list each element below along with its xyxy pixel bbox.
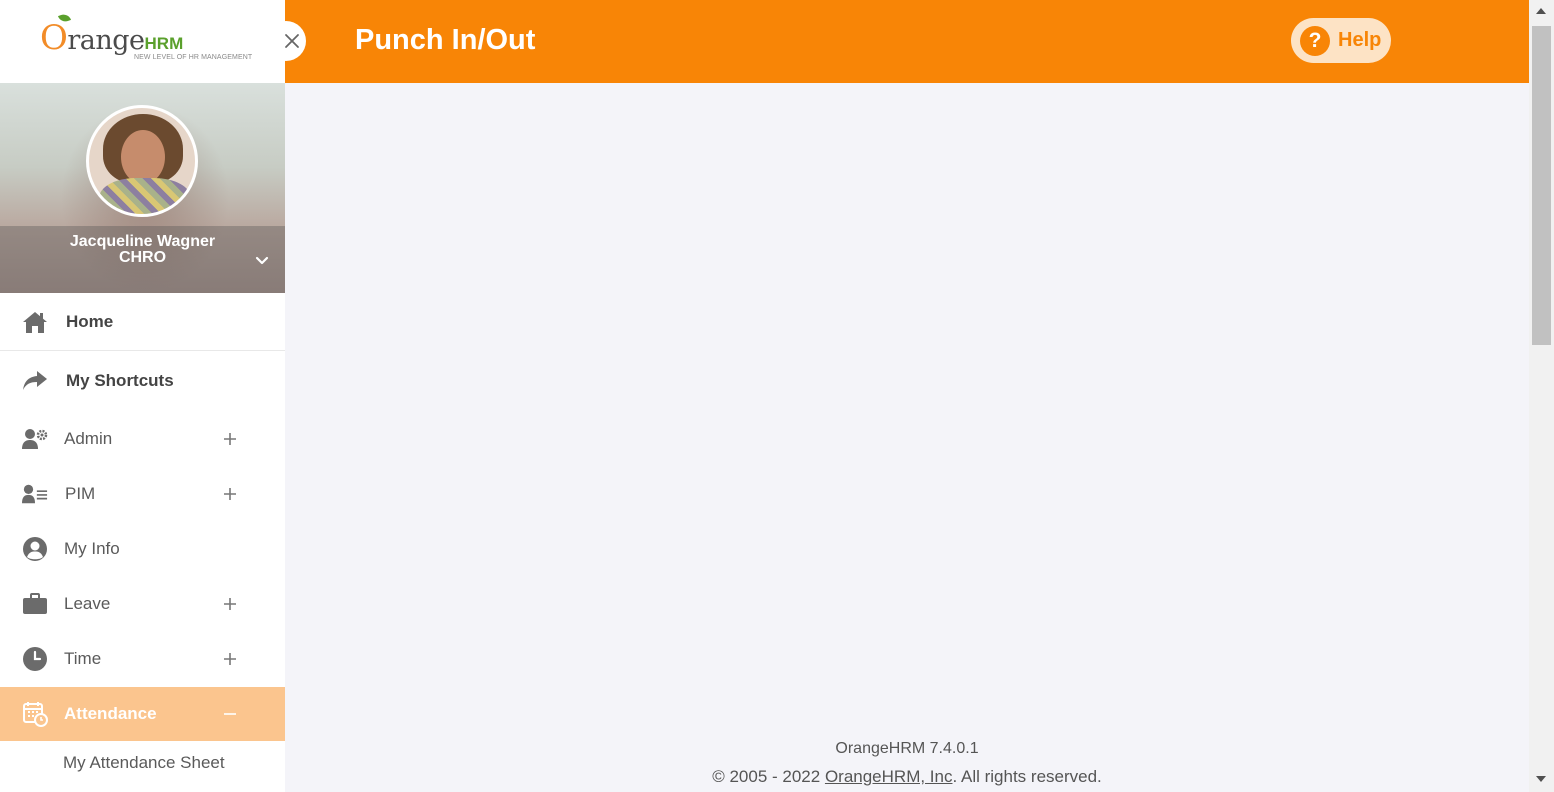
sidebar-item-time[interactable]: Time xyxy=(0,631,285,686)
logo-hrm-text: HRM xyxy=(144,34,184,53)
sidebar-collapse-button[interactable] xyxy=(266,21,306,61)
home-icon xyxy=(22,309,48,335)
user-profile-panel: Jacqueline Wagner CHRO xyxy=(0,83,285,293)
sidebar-item-label: Leave xyxy=(64,593,111,613)
scroll-down-arrow-icon[interactable] xyxy=(1536,776,1546,782)
clock-icon xyxy=(22,646,48,672)
sidebar-item-attendance[interactable]: Attendance xyxy=(0,687,285,741)
plus-icon[interactable] xyxy=(222,431,238,447)
scroll-up-arrow-icon[interactable] xyxy=(1536,8,1546,14)
logo-tagline: NEW LEVEL OF HR MANAGEMENT xyxy=(134,54,253,61)
sidebar-item-pim[interactable]: PIM xyxy=(0,466,285,521)
minus-icon[interactable] xyxy=(222,706,238,722)
orangehrm-logo[interactable]: OrangeHRM NEW LEVEL OF HR MANAGEMENT xyxy=(40,12,252,61)
copyright-prefix: © 2005 - 2022 xyxy=(712,767,825,786)
main-content: OrangeHRM 7.4.0.1 © 2005 - 2022 OrangeHR… xyxy=(285,83,1529,792)
scrollbar-thumb[interactable] xyxy=(1532,26,1551,345)
main-menu: Home My Shortcuts Admin PIM My Info Leav… xyxy=(0,293,285,741)
logo-area: OrangeHRM NEW LEVEL OF HR MANAGEMENT xyxy=(0,0,285,83)
plus-icon[interactable] xyxy=(222,486,238,502)
sidebar-item-label: My Info xyxy=(64,538,120,558)
copyright-suffix: . All rights reserved. xyxy=(952,767,1102,786)
help-label: Help xyxy=(1338,29,1382,51)
page-title: Punch In/Out xyxy=(355,24,536,56)
sidebar-item-label: Attendance xyxy=(64,704,157,723)
plus-icon[interactable] xyxy=(222,651,238,667)
avatar[interactable] xyxy=(86,105,198,217)
user-circle-icon xyxy=(22,536,48,562)
footer-copyright: © 2005 - 2022 OrangeHRM, Inc. All rights… xyxy=(285,767,1529,787)
chevron-down-icon[interactable] xyxy=(254,253,270,269)
orangehrm-link[interactable]: OrangeHRM, Inc xyxy=(825,767,953,786)
logo-text: range xyxy=(67,25,145,56)
sidebar-subitem-my-attendance-sheet[interactable]: My Attendance Sheet xyxy=(63,752,243,773)
sidebar-item-my-shortcuts[interactable]: My Shortcuts xyxy=(0,351,285,411)
sidebar-item-my-info[interactable]: My Info xyxy=(0,521,285,576)
logo-letter-o: O xyxy=(40,18,68,58)
sidebar-item-admin[interactable]: Admin xyxy=(0,411,285,466)
page-header: Punch In/Out ? Help xyxy=(285,0,1529,83)
sidebar-item-label: PIM xyxy=(65,483,96,503)
share-arrow-icon xyxy=(22,368,48,394)
sidebar: OrangeHRM NEW LEVEL OF HR MANAGEMENT Jac… xyxy=(0,0,285,792)
sidebar-item-label: Admin xyxy=(64,428,113,448)
footer-version: OrangeHRM 7.4.0.1 xyxy=(835,740,979,757)
plus-icon[interactable] xyxy=(222,596,238,612)
help-button[interactable]: ? Help xyxy=(1291,18,1391,63)
user-role: CHRO xyxy=(118,249,167,266)
sidebar-item-leave[interactable]: Leave xyxy=(0,576,285,631)
user-list-icon xyxy=(22,481,48,507)
user-gear-icon xyxy=(22,426,48,452)
vertical-scrollbar[interactable] xyxy=(1529,0,1554,792)
calendar-clock-icon xyxy=(22,701,48,727)
sidebar-item-label: Home xyxy=(66,311,114,331)
sidebar-item-label: Time xyxy=(64,648,102,668)
sidebar-item-home[interactable]: Home xyxy=(0,293,285,351)
close-icon xyxy=(285,34,299,48)
briefcase-icon xyxy=(22,591,48,617)
sidebar-item-label: My Shortcuts xyxy=(66,371,174,390)
question-icon: ? xyxy=(1300,26,1330,56)
